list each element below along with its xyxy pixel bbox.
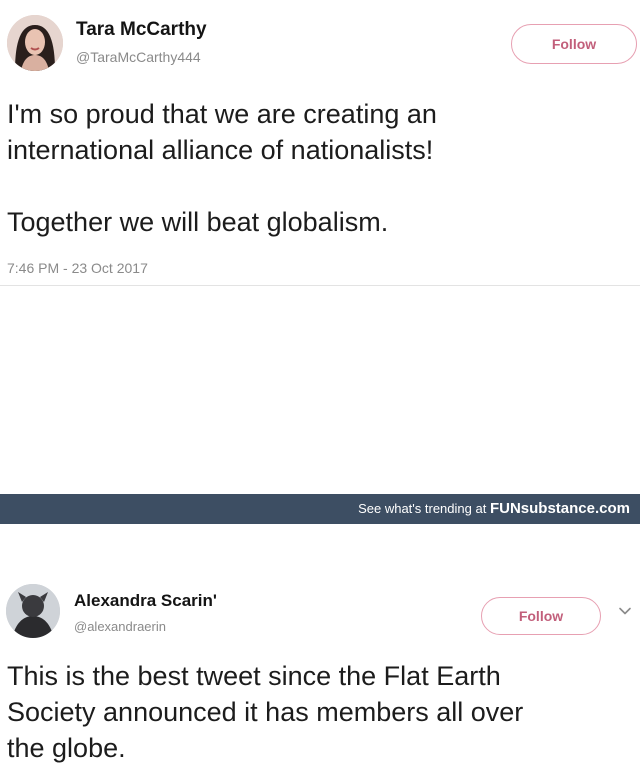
avatar-image — [6, 584, 60, 638]
follow-button[interactable]: Follow — [511, 24, 637, 64]
tweet-timestamp[interactable]: 7:46 PM - 23 Oct 2017 — [7, 260, 148, 276]
author-handle[interactable]: @TaraMcCarthy444 — [76, 49, 201, 65]
footer-text: See what's trending at FUNsubstance.com — [358, 494, 630, 524]
follow-button[interactable]: Follow — [481, 597, 601, 635]
tweet-text: This is the best tweet since the Flat Ea… — [7, 661, 524, 763]
tweet-reply: Alexandra Scarin' @alexandraerin Follow … — [0, 286, 640, 763]
author-name[interactable]: Alexandra Scarin' — [74, 591, 217, 611]
avatar[interactable] — [6, 584, 60, 638]
author-handle[interactable]: @alexandraerin — [74, 619, 166, 634]
footer-brand-link[interactable]: FUNsubstance.com — [490, 500, 630, 517]
tweet-text: I'm so proud that we are creating an int… — [7, 99, 437, 237]
chevron-down-icon[interactable] — [618, 604, 632, 618]
footer-prefix: See what's trending at — [358, 501, 487, 516]
avatar-image — [7, 15, 63, 71]
avatar[interactable] — [7, 15, 63, 71]
tweet-original: Tara McCarthy @TaraMcCarthy444 Follow I'… — [0, 0, 640, 285]
footer-banner: See what's trending at FUNsubstance.com — [0, 494, 640, 524]
author-name[interactable]: Tara McCarthy — [76, 19, 207, 41]
